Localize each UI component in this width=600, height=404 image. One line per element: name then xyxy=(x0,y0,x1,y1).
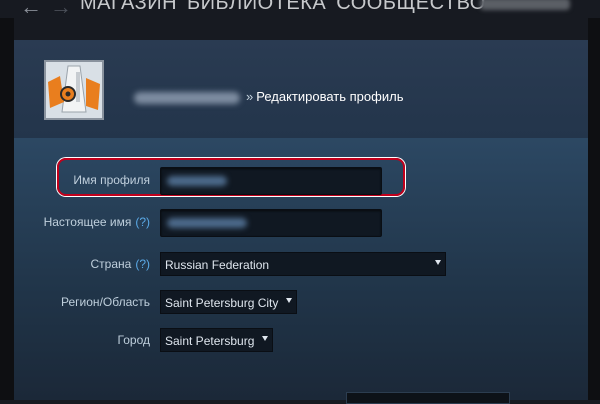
real-name-label: Настоящее имя (?) xyxy=(44,215,150,229)
nav-menu: МАГАЗИН БИБЛИОТЕКА СООБЩЕСТВО xyxy=(80,0,486,15)
nav-item-store[interactable]: МАГАЗИН xyxy=(80,0,177,15)
breadcrumb-current: Редактировать профиль xyxy=(256,89,404,104)
real-name-label-text: Настоящее имя xyxy=(43,215,132,229)
real-name-help-link[interactable]: (?) xyxy=(135,215,150,229)
profile-header: » Редактировать профиль xyxy=(14,40,588,138)
city-select[interactable]: Saint Petersburg xyxy=(160,328,274,352)
profile-name-label: Имя профиля xyxy=(73,173,150,187)
country-label-text: Страна xyxy=(90,257,132,271)
city-selected-value: Saint Petersburg xyxy=(165,334,255,348)
arrow-right-icon[interactable]: → xyxy=(50,0,72,18)
chevron-down-icon xyxy=(262,336,269,341)
profile-name-value-blurred xyxy=(167,176,227,186)
chevron-down-icon xyxy=(435,260,441,265)
row-region: Регион/Область Saint Petersburg City xyxy=(14,290,588,318)
row-profile-name: Имя профиля xyxy=(14,167,588,195)
real-name-input[interactable] xyxy=(160,209,382,237)
breadcrumb-separator: » xyxy=(246,89,254,104)
region-selected-value: Saint Petersburg City xyxy=(165,296,279,310)
partial-control[interactable] xyxy=(346,392,510,404)
avatar-image xyxy=(46,62,102,118)
avatar[interactable] xyxy=(44,60,104,120)
region-label: Регион/Область xyxy=(61,295,150,309)
country-selected-value: Russian Federation xyxy=(165,258,270,272)
nav-item-community[interactable]: СООБЩЕСТВО xyxy=(336,0,486,15)
country-help-link[interactable]: (?) xyxy=(135,257,150,271)
nav-username-blurred[interactable] xyxy=(480,0,570,10)
profile-name-input[interactable] xyxy=(160,167,382,195)
arrow-left-icon[interactable]: ← xyxy=(20,0,42,18)
nav-item-library[interactable]: БИБЛИОТЕКА xyxy=(187,0,326,15)
profile-name-link-blurred[interactable] xyxy=(134,91,240,104)
row-city: Город Saint Petersburg xyxy=(14,328,588,356)
top-navigation: ← → МАГАЗИН БИБЛИОТЕКА СООБЩЕСТВО xyxy=(0,0,600,18)
country-label: Страна (?) xyxy=(91,257,150,271)
chevron-down-icon xyxy=(286,298,293,303)
window-frame-left xyxy=(0,0,14,400)
country-select[interactable]: Russian Federation xyxy=(160,252,446,276)
edit-profile-form: Имя профиля Настоящее имя (?) Страна (?) R… xyxy=(14,138,588,404)
region-select[interactable]: Saint Petersburg City xyxy=(160,290,298,314)
real-name-value-blurred xyxy=(167,218,247,228)
city-label: Город xyxy=(117,333,150,347)
breadcrumb: » Редактировать профиль xyxy=(134,89,403,104)
row-country: Страна (?) Russian Federation xyxy=(14,252,588,280)
row-real-name: Настоящее имя (?) xyxy=(14,209,588,237)
window-frame-right xyxy=(588,0,600,400)
